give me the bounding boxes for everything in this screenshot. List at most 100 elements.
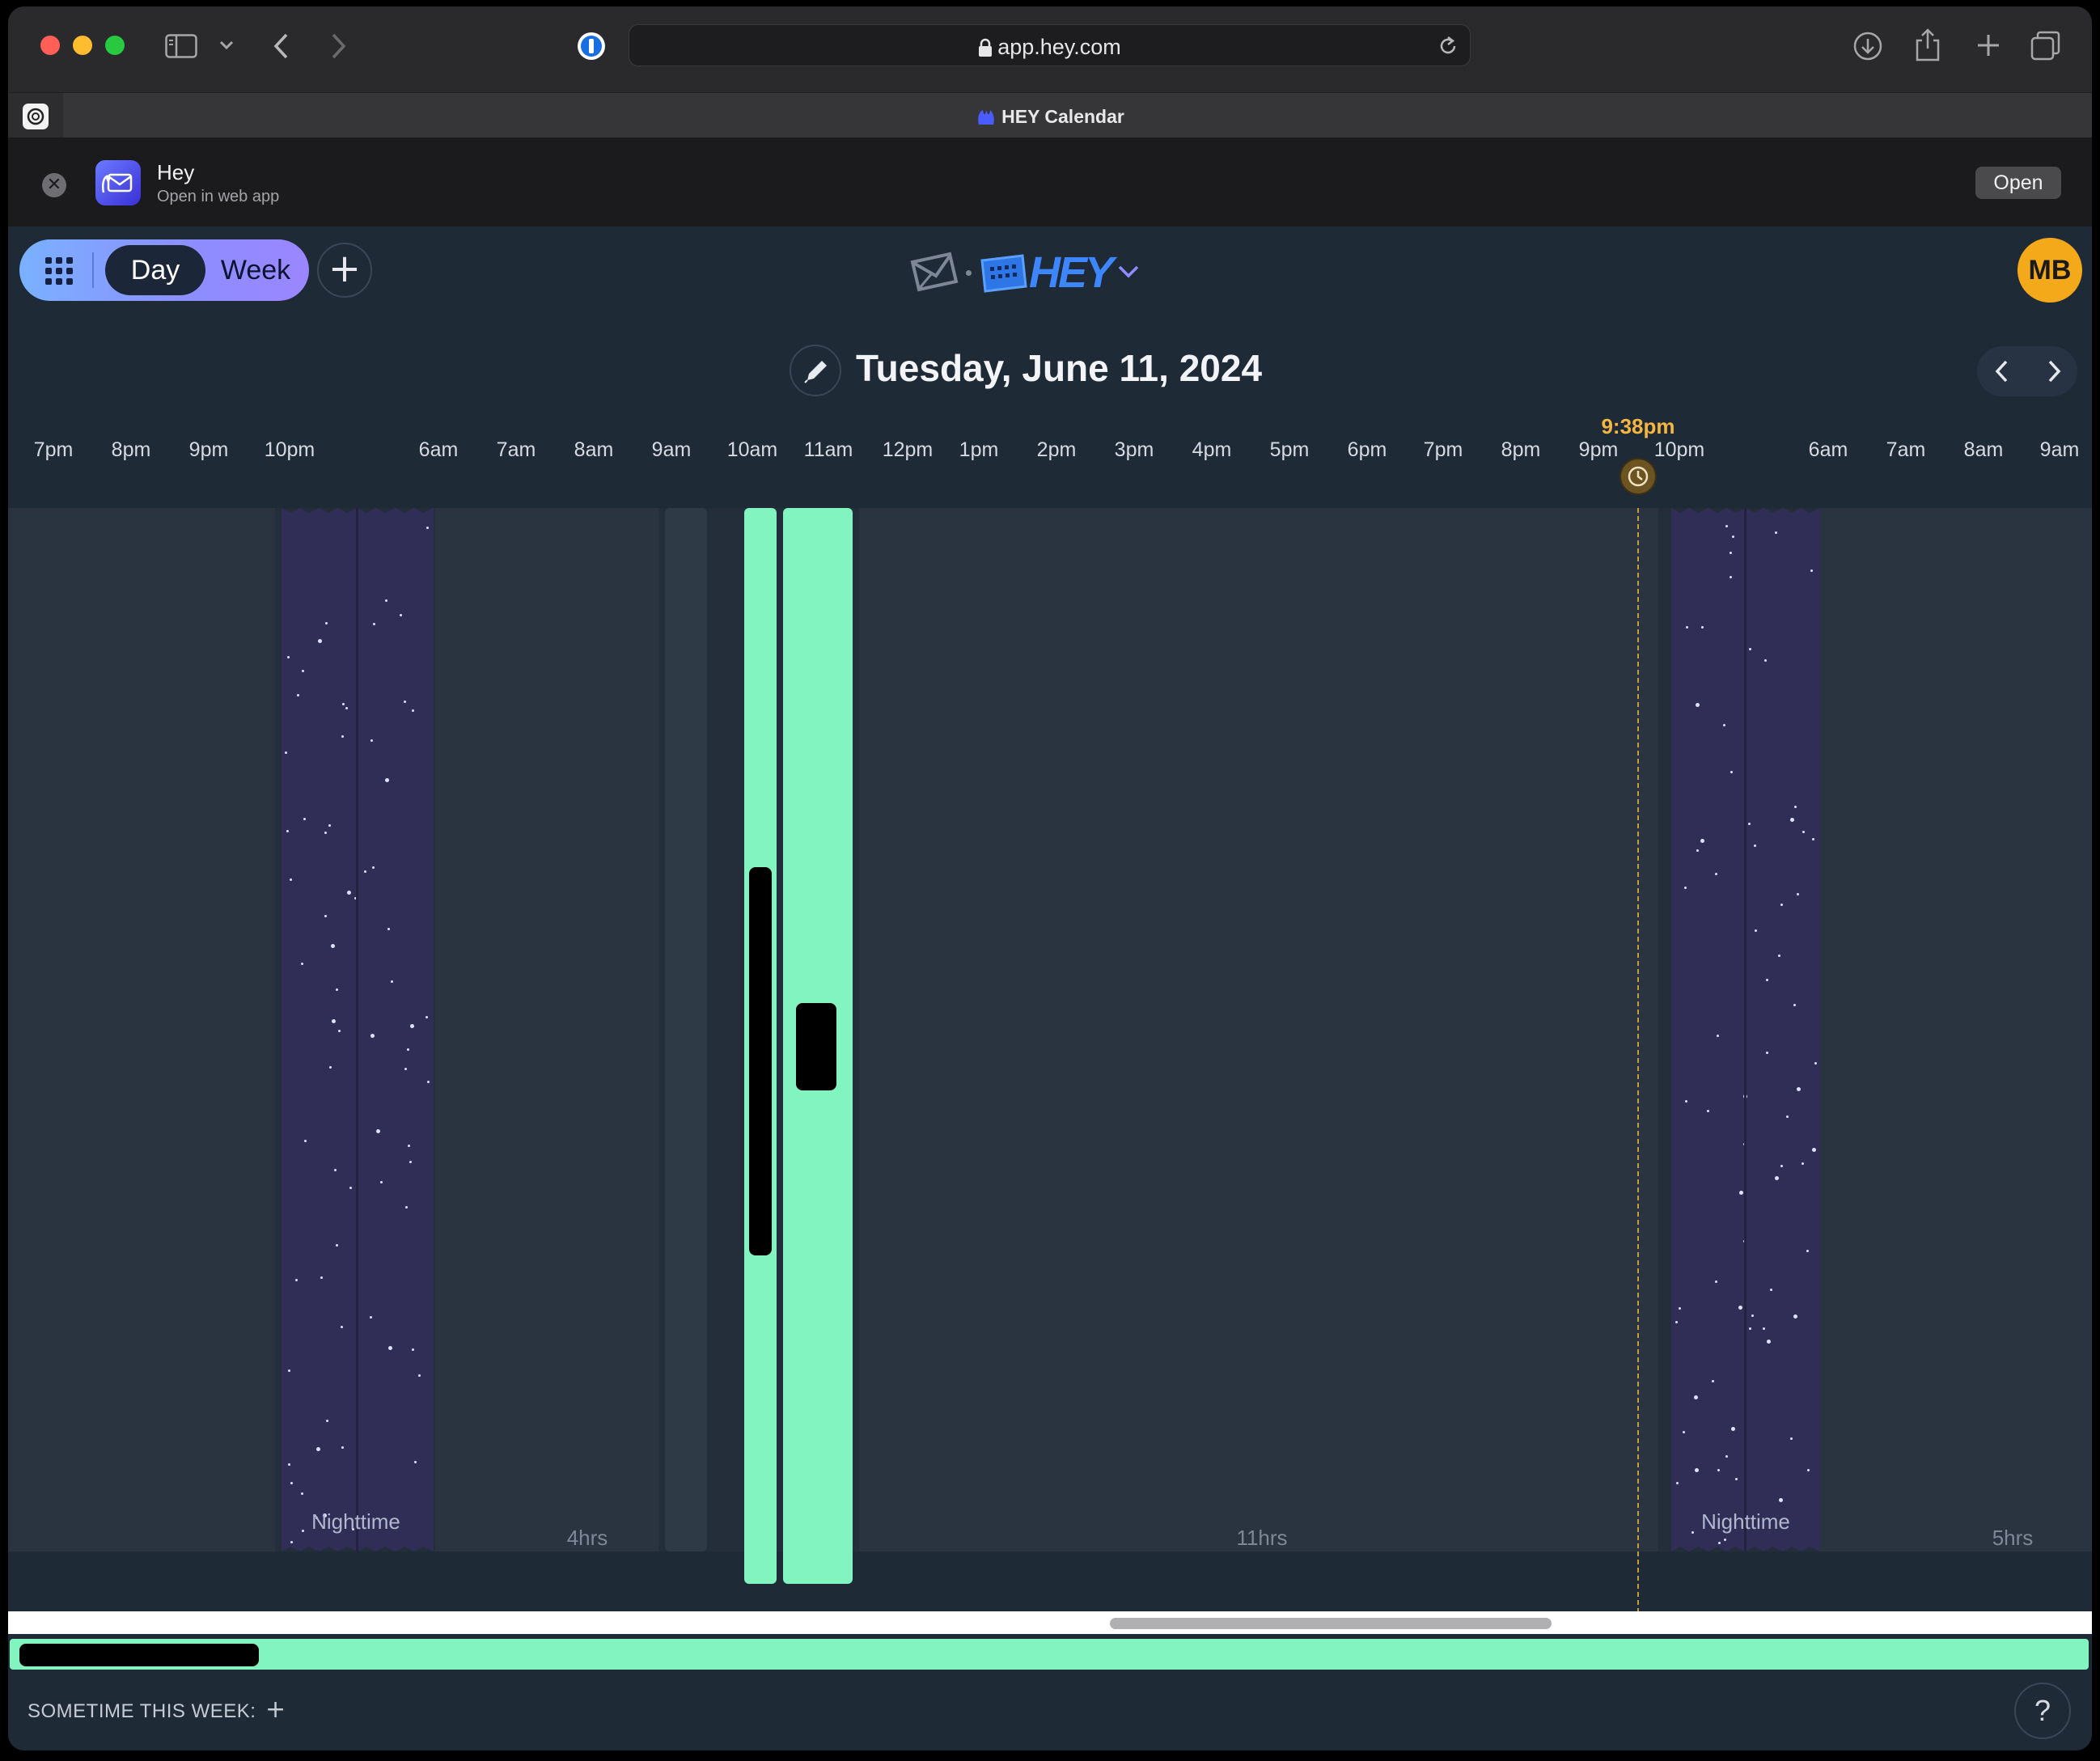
hour-label: 6pm: [1347, 438, 1387, 461]
hour-label: 8pm: [1501, 438, 1541, 461]
open-app-button[interactable]: Open: [1975, 167, 2061, 199]
pencil-icon: [804, 361, 827, 383]
star-decoration: [1718, 1542, 1721, 1544]
help-button[interactable]: ?: [2014, 1683, 2071, 1739]
free-time-duration: 4hrs: [566, 1526, 608, 1550]
hey-calendar-favicon-icon: [978, 110, 994, 125]
calendar-icon: [980, 254, 1027, 293]
selected-slot[interactable]: [665, 508, 707, 1551]
chevron-down-icon[interactable]: [1116, 264, 1141, 280]
new-tab-icon[interactable]: [1975, 32, 2001, 58]
star-decoration: [364, 870, 366, 873]
star-decoration: [1675, 1321, 1678, 1323]
star-decoration: [1684, 887, 1687, 889]
star-decoration: [288, 1369, 290, 1372]
star-decoration: [1738, 1306, 1742, 1310]
star-decoration: [1797, 893, 1799, 895]
star-decoration: [1770, 1289, 1772, 1291]
calendar-event[interactable]: [744, 508, 777, 1584]
hour-label: 7am: [496, 438, 536, 461]
page-title: Tuesday, June 11, 2024: [856, 347, 1263, 389]
star-decoration: [336, 988, 338, 991]
minimize-window-button[interactable]: [73, 36, 92, 55]
horizontal-scrollbar[interactable]: [8, 1611, 2092, 1634]
star-decoration: [1814, 1062, 1817, 1065]
current-time-marker[interactable]: [1619, 458, 1657, 495]
next-day-icon[interactable]: [2045, 359, 2063, 383]
star-decoration: [1806, 1250, 1809, 1252]
avatar[interactable]: MB: [2017, 238, 2082, 303]
close-window-button[interactable]: [40, 36, 60, 55]
url-text: app.hey.com: [997, 35, 1121, 59]
star-decoration: [409, 1161, 412, 1163]
star-decoration: [1749, 648, 1751, 650]
star-decoration: [338, 1030, 341, 1032]
clock-icon: [1628, 466, 1649, 487]
address-bar[interactable]: app.hey.com: [629, 24, 1471, 66]
hour-label: 5pm: [1269, 438, 1310, 461]
star-decoration: [1715, 1281, 1717, 1283]
star-decoration: [1717, 1469, 1720, 1471]
star-decoration: [1730, 576, 1732, 578]
star-decoration: [1676, 1482, 1679, 1484]
reload-icon[interactable]: [1437, 35, 1459, 57]
star-decoration: [295, 1279, 298, 1281]
star-decoration: [1732, 535, 1734, 538]
scrollbar-thumb[interactable]: [1110, 1618, 1552, 1629]
forward-icon[interactable]: [328, 32, 348, 60]
back-icon[interactable]: [272, 32, 291, 60]
downloads-icon[interactable]: [1852, 31, 1883, 61]
star-decoration: [1775, 1176, 1779, 1180]
edit-day-button[interactable]: [790, 345, 841, 396]
hour-label: 9pm: [188, 438, 229, 461]
all-day-event[interactable]: [10, 1639, 2089, 1670]
tab-bar: HEY Calendar: [8, 92, 2092, 138]
add-sometime-button[interactable]: +: [265, 1695, 286, 1724]
nighttime-label: Nighttime: [311, 1509, 400, 1534]
add-event-button[interactable]: +: [317, 243, 372, 298]
star-decoration: [1739, 1191, 1743, 1195]
star-decoration: [1775, 531, 1777, 534]
previous-day-icon[interactable]: [1993, 359, 2011, 383]
hey-logo[interactable]: HEY: [908, 248, 1150, 297]
star-decoration: [345, 707, 348, 709]
star-decoration: [380, 1181, 383, 1183]
evening-block: [8, 508, 275, 1551]
star-decoration: [385, 778, 389, 782]
day-timeline[interactable]: Nighttime Nighttime 4hrs 11hrs 5hrs: [8, 508, 2092, 1584]
star-decoration: [342, 703, 345, 705]
star-decoration: [426, 527, 429, 529]
star-decoration: [408, 1145, 410, 1147]
apps-grid-icon[interactable]: [44, 256, 74, 286]
app-banner: ✕ Hey Open in web app Open: [8, 138, 2092, 226]
mail-icon: [910, 252, 959, 292]
star-decoration: [1725, 1455, 1728, 1458]
star-decoration: [412, 1348, 414, 1351]
star-decoration: [1780, 1165, 1783, 1167]
chevron-down-icon[interactable]: [218, 39, 235, 52]
password-manager-icon[interactable]: [576, 31, 607, 61]
star-decoration: [372, 866, 375, 869]
star-decoration: [1778, 955, 1780, 957]
star-decoration: [1683, 1431, 1685, 1433]
tab-overview-icon[interactable]: [2030, 31, 2061, 61]
share-icon[interactable]: [1914, 28, 1941, 61]
active-tab[interactable]: HEY Calendar: [8, 106, 2092, 128]
day-view-button[interactable]: Day: [105, 245, 205, 295]
star-decoration: [347, 891, 351, 895]
week-view-button[interactable]: Week: [207, 245, 304, 295]
star-decoration: [316, 1447, 320, 1451]
star-decoration: [332, 1019, 336, 1023]
midnight-divider: [1744, 508, 1746, 1551]
current-time-line: [1637, 508, 1639, 1613]
zoom-window-button[interactable]: [105, 36, 125, 55]
calendar-event[interactable]: [783, 508, 853, 1584]
logo-text: HEY: [1029, 248, 1114, 297]
star-decoration: [301, 1492, 303, 1495]
star-decoration: [1723, 724, 1725, 726]
hour-label: 9am: [2039, 438, 2080, 461]
sidebar-icon[interactable]: [165, 34, 197, 58]
star-decoration: [1751, 1314, 1754, 1317]
dismiss-banner-icon[interactable]: ✕: [42, 173, 66, 197]
star-decoration: [1715, 873, 1717, 875]
